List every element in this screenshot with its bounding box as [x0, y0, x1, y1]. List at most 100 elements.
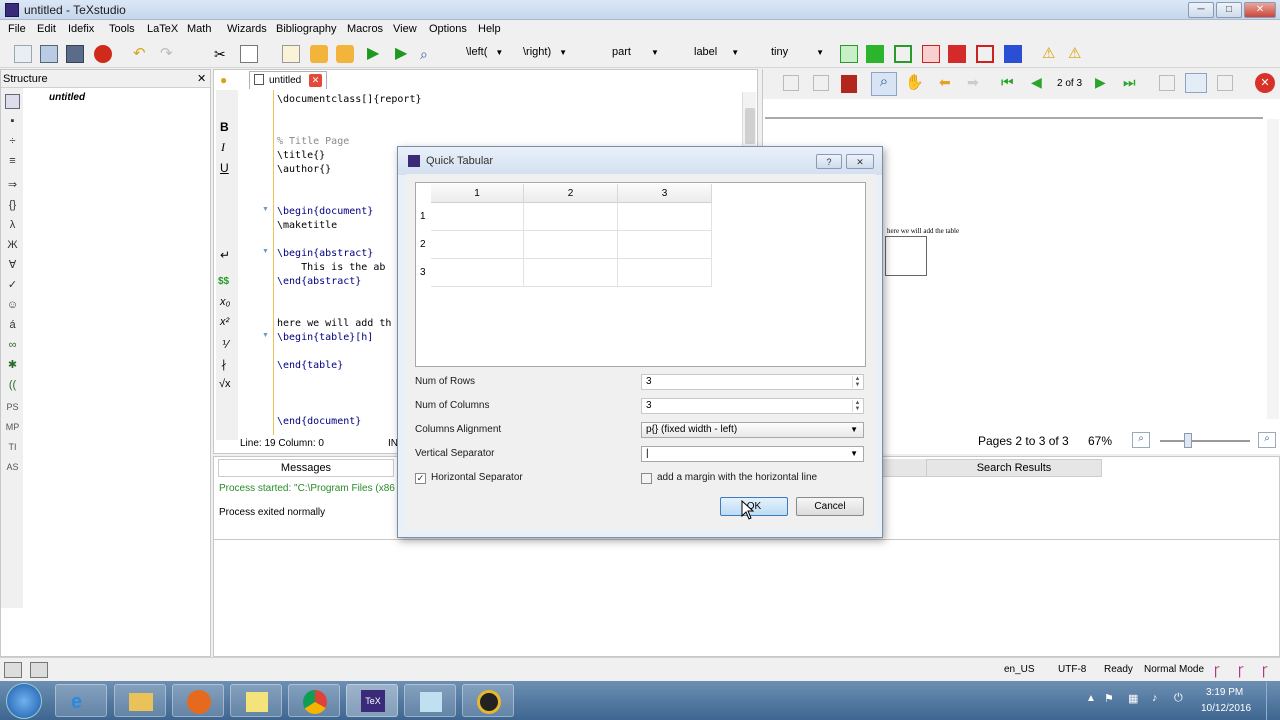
toggle-structure-icon[interactable] — [4, 662, 22, 678]
editor-tab-untitled[interactable]: untitled ✕ — [249, 71, 327, 89]
table-cell[interactable] — [618, 259, 712, 287]
code-line[interactable]: \end{document} — [277, 416, 361, 427]
operators-icon[interactable]: ÷ — [5, 134, 20, 149]
remove-row-icon[interactable] — [922, 45, 940, 63]
spin-arrows-icon[interactable]: ▲ ▼ — [852, 400, 862, 412]
margin-checkbox[interactable] — [641, 473, 652, 484]
row-header[interactable]: 1 — [417, 203, 431, 231]
menu-bibliography[interactable]: Bibliography — [276, 23, 337, 35]
start-button[interactable] — [6, 683, 42, 719]
taskbar-explorer-icon[interactable] — [114, 684, 166, 717]
close-window-button[interactable]: ✕ — [1244, 2, 1276, 18]
preview-scrollbar[interactable] — [1267, 119, 1279, 419]
underline-icon[interactable]: U — [220, 161, 229, 175]
menu-edit[interactable]: Edit — [37, 23, 56, 35]
code-line[interactable]: \end{abstract} — [277, 276, 361, 287]
pstricks-icon[interactable]: PS — [5, 400, 20, 415]
warning2-icon[interactable]: ⚠ — [1068, 45, 1086, 63]
messages-tab[interactable]: Messages — [218, 459, 394, 477]
taskbar-chrome-icon[interactable] — [288, 684, 340, 717]
scrollbar-thumb[interactable] — [745, 108, 755, 144]
menu-view[interactable]: View — [393, 23, 417, 35]
taskbar-texstudio-icon[interactable]: TeX — [346, 684, 398, 717]
table-cell[interactable] — [524, 231, 618, 259]
toggle-messages-icon[interactable] — [30, 662, 48, 678]
menu-tools[interactable]: Tools — [109, 23, 135, 35]
close-preview-icon[interactable]: ✕ — [1255, 73, 1275, 93]
dialog-close-button[interactable]: ✕ — [846, 154, 874, 169]
close-icon[interactable]: ✕ — [197, 72, 206, 85]
vertical-separator-select[interactable]: | ▼ — [641, 446, 864, 462]
zoom-slider[interactable] — [1160, 440, 1250, 442]
encoding-selector[interactable]: UTF-8 — [1058, 664, 1086, 675]
grid-icon[interactable] — [1217, 75, 1233, 91]
pdf-file-icon[interactable] — [841, 75, 857, 93]
taskbar-media-icon[interactable] — [462, 684, 514, 717]
pdf-tool2-icon[interactable] — [813, 75, 829, 91]
zoom-in-icon[interactable]: ⌕ — [1258, 432, 1276, 448]
metapost-icon[interactable]: MP — [5, 420, 20, 435]
code-line[interactable]: \begin{abstract} — [277, 248, 373, 259]
infinity-icon[interactable]: ∞ — [5, 338, 20, 353]
tex-icon[interactable]: Ꞅ — [1214, 662, 1228, 678]
zoom-out-icon[interactable]: ⌕ — [1132, 432, 1150, 448]
structure-view-icon[interactable] — [5, 94, 20, 109]
code-line[interactable]: here we will add th — [277, 318, 391, 329]
show-desktop-button[interactable] — [1266, 682, 1280, 720]
new-file-icon[interactable] — [14, 45, 32, 63]
table-cell[interactable] — [618, 231, 712, 259]
paste-icon[interactable] — [282, 45, 300, 63]
last-page-icon[interactable]: ⏭ — [1123, 74, 1136, 91]
left-delimiter-dropdown[interactable]: \left(▼ — [466, 46, 503, 58]
table-cell[interactable] — [524, 203, 618, 231]
page-indicator[interactable]: 2 of 3 — [1057, 78, 1082, 89]
num-columns-spinbox[interactable]: 3 ▲ ▼ — [641, 398, 864, 414]
taskbar-app-icon[interactable] — [404, 684, 456, 717]
sqrt-icon[interactable]: √x — [219, 378, 231, 390]
code-line[interactable]: \documentclass[]{report} — [277, 94, 422, 105]
language-selector[interactable]: en_US — [1004, 664, 1035, 675]
minimize-button[interactable]: ─ — [1188, 2, 1214, 18]
row-header[interactable]: 3 — [417, 259, 431, 287]
fold-arrow-icon[interactable]: ▼ — [262, 332, 269, 339]
bookmark2-icon[interactable] — [336, 45, 354, 63]
build-view-icon[interactable]: ▶ — [367, 45, 385, 63]
tray-volume-icon[interactable]: ♪ — [1152, 692, 1158, 704]
sectioning-dropdown[interactable]: part ▼ — [612, 46, 659, 58]
compile-icon[interactable]: ▶ — [395, 45, 413, 63]
forall-icon[interactable]: ∀ — [5, 258, 20, 273]
table-grid[interactable]: 1 2 3 1 2 3 — [415, 182, 866, 367]
column-header[interactable]: 2 — [524, 184, 618, 203]
tray-power-icon[interactable]: ⏻ — [1174, 692, 1183, 705]
spin-arrows-icon[interactable]: ▲ ▼ — [852, 376, 862, 388]
fold-arrow-icon[interactable]: ▼ — [262, 206, 269, 213]
math-mode-icon[interactable]: $$ — [218, 276, 229, 287]
hand-tool-icon[interactable]: ✋ — [905, 73, 924, 91]
pdf-tool-icon[interactable] — [783, 75, 799, 91]
fraction-icon[interactable]: ⅟ — [222, 338, 228, 351]
asymptote-icon[interactable]: AS — [5, 460, 20, 475]
code-line[interactable]: \author{} — [277, 164, 331, 175]
structure-root-item[interactable]: untitled — [49, 92, 85, 103]
maximize-button[interactable]: □ — [1216, 2, 1242, 18]
code-line[interactable]: \begin{document} — [277, 206, 373, 217]
close-tab-icon[interactable]: ✕ — [309, 74, 322, 87]
menu-wizards[interactable]: Wizards — [227, 23, 267, 35]
clock-date[interactable]: 10/12/2016 — [1201, 703, 1251, 714]
accent-icon[interactable]: á — [5, 318, 20, 333]
greek-icon[interactable]: λ — [5, 218, 20, 233]
table-cell[interactable] — [431, 259, 524, 287]
fit-width-icon[interactable] — [1159, 75, 1175, 91]
search-results-tab[interactable]: Search Results — [926, 459, 1102, 477]
code-line[interactable]: \end{table} — [277, 360, 343, 371]
tex3-icon[interactable]: Ꞅ — [1262, 662, 1276, 678]
menu-macros[interactable]: Macros — [347, 23, 383, 35]
column-header[interactable]: 1 — [431, 184, 524, 203]
table-cell[interactable] — [431, 203, 524, 231]
prev-page-icon[interactable]: ◀ — [1031, 74, 1042, 91]
tikz-icon[interactable]: TI — [5, 440, 20, 455]
delete-table-icon[interactable] — [976, 45, 994, 63]
columns-alignment-select[interactable]: p{} (fixed width - left) ▼ — [641, 422, 864, 438]
menu-latex[interactable]: LaTeX — [147, 23, 178, 35]
code-line[interactable]: \maketitle — [277, 220, 337, 231]
